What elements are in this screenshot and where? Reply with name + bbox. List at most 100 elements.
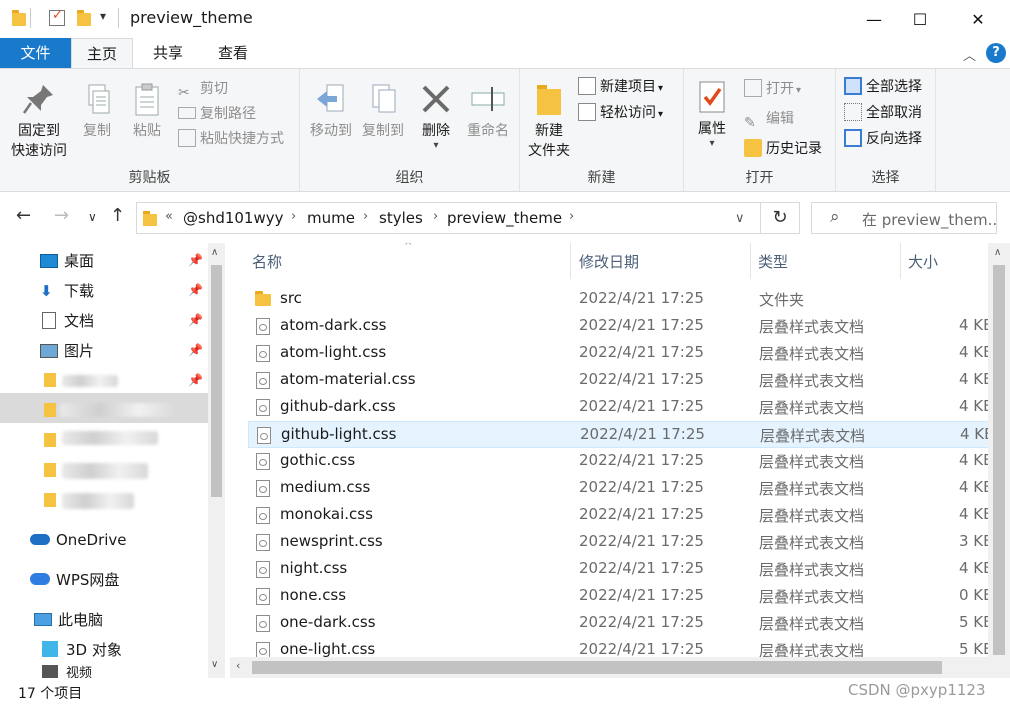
computer-icon [34, 613, 52, 626]
nav-pane-scrollbar[interactable]: ∧ ∨ [208, 243, 225, 678]
column-divider[interactable] [570, 243, 571, 279]
breadcrumb-overflow[interactable]: « [165, 209, 173, 224]
file-row[interactable]: gothic.css 2022/4/21 17:25 层叠样式表文档 4 KB [248, 448, 993, 475]
column-header-type[interactable]: 类型 [758, 251, 788, 272]
sidebar-item-wps[interactable]: WPS网盘 [30, 566, 119, 594]
tab-share[interactable]: 共享 [140, 38, 196, 68]
sidebar-item-onedrive[interactable]: OneDrive [30, 526, 127, 554]
scrollbar-thumb[interactable] [252, 661, 942, 674]
scroll-up-icon[interactable]: ∧ [211, 247, 218, 258]
scrollbar-thumb[interactable] [993, 265, 1005, 655]
pin-icon[interactable]: 📌 [188, 373, 203, 387]
file-row[interactable]: medium.css 2022/4/21 17:25 层叠样式表文档 4 KB [248, 475, 993, 502]
pin-icon[interactable]: 📌 [188, 313, 203, 327]
copy-button[interactable]: 复制 [74, 81, 120, 141]
search-box[interactable]: ⌕ 在 preview_them... [811, 202, 997, 234]
help-icon[interactable]: ? [986, 43, 1006, 63]
refresh-icon[interactable]: ↻ [760, 202, 800, 234]
new-item-button[interactable]: 新建项目 ▾ [578, 75, 663, 99]
pin-icon[interactable]: 📌 [188, 283, 203, 297]
breadcrumb-separator-icon[interactable]: › [291, 209, 296, 224]
close-button[interactable]: ✕ [955, 0, 1001, 38]
scroll-left-icon[interactable]: ‹ [236, 659, 240, 672]
pin-quick-access-button[interactable]: 固定到 快速访问 [6, 81, 72, 161]
file-row[interactable]: none.css 2022/4/21 17:25 层叠样式表文档 0 KB [248, 583, 993, 610]
sidebar-item-documents[interactable]: 文档 [40, 307, 94, 335]
desktop-icon [40, 254, 58, 268]
file-row[interactable]: monokai.css 2022/4/21 17:25 层叠样式表文档 4 KB [248, 502, 993, 529]
new-folder-button[interactable]: 新建 文件夹 [524, 81, 574, 161]
history-button[interactable]: 历史记录 [744, 137, 822, 161]
column-divider[interactable] [750, 243, 751, 279]
paste-button[interactable]: 粘贴 [124, 81, 170, 141]
breadcrumb-separator-icon[interactable]: › [569, 209, 574, 224]
sidebar-item-downloads[interactable]: ⬇ 下载 [40, 277, 94, 305]
edit-button[interactable]: ✎ 编辑 [744, 107, 794, 131]
maximize-button[interactable]: ☐ [897, 0, 943, 38]
file-row[interactable]: github-light.css 2022/4/21 17:25 层叠样式表文档 4 … [248, 421, 994, 448]
file-list-scrollbar[interactable]: ∧ [988, 243, 1010, 678]
select-all-button[interactable]: 全部选择 [844, 75, 922, 99]
column-header-name[interactable]: 名称 [252, 251, 282, 272]
css-file-icon [256, 318, 270, 335]
horizontal-scrollbar[interactable]: ‹ [230, 657, 988, 678]
recent-locations-icon[interactable]: ∨ [88, 210, 97, 224]
sidebar-item-3d-objects[interactable]: 3D 对象 [42, 636, 122, 664]
up-arrow-icon[interactable]: ↑ [110, 205, 125, 226]
delete-button[interactable]: 删除 ▾ [416, 81, 456, 151]
tab-view[interactable]: 查看 [205, 38, 261, 68]
breadcrumb-separator-icon[interactable]: › [363, 209, 368, 224]
sidebar-item-desktop[interactable]: 桌面 [40, 247, 94, 275]
breadcrumb-separator-icon[interactable]: › [433, 209, 438, 224]
invert-selection-button[interactable]: 反向选择 [844, 127, 922, 151]
minimize-button[interactable]: — [851, 0, 897, 38]
search-placeholder[interactable]: 在 preview_them... [862, 209, 996, 230]
open-button[interactable]: 打开 ▾ [744, 77, 801, 101]
column-divider[interactable] [900, 243, 901, 279]
column-header-date[interactable]: 修改日期 [579, 251, 639, 272]
file-row[interactable]: src 2022/4/21 17:25 文件夹 [248, 286, 990, 313]
sidebar-item-this-pc[interactable]: 此电脑 [34, 606, 103, 634]
sidebar-item-pictures[interactable]: 图片 [40, 337, 94, 365]
easy-access-button[interactable]: 轻松访问 ▾ [578, 101, 663, 125]
rename-button[interactable]: 重命名 [460, 81, 516, 141]
move-to-button[interactable]: 移动到 [304, 81, 358, 141]
file-row[interactable]: atom-material.css 2022/4/21 17:25 层叠样式表文档 4… [248, 367, 993, 394]
file-row[interactable]: newsprint.css 2022/4/21 17:25 层叠样式表文档 3 KB [248, 529, 993, 556]
folder-icon [44, 373, 56, 387]
column-header-size[interactable]: 大小 [908, 251, 938, 272]
properties-dropdown-icon[interactable]: ▾ [688, 139, 736, 149]
breadcrumb-item[interactable]: mume [307, 209, 355, 227]
forward-arrow-icon[interactable]: → [54, 205, 69, 226]
file-row[interactable]: one-dark.css 2022/4/21 17:25 层叠样式表文档 5 KB [248, 610, 993, 637]
new-folder-quick-icon[interactable] [77, 10, 91, 26]
properties-quick-icon[interactable]: ✓ [49, 8, 65, 26]
back-arrow-icon[interactable]: ← [16, 205, 31, 226]
scrollbar-thumb[interactable] [211, 265, 222, 497]
pin-icon[interactable]: 📌 [188, 253, 203, 267]
delete-dropdown-icon[interactable]: ▾ [416, 141, 456, 151]
address-bar[interactable]: « @shd101wyy › mume › styles › preview_t… [136, 202, 798, 234]
sidebar-item-videos[interactable]: 视频 [42, 664, 92, 678]
paste-shortcut-button[interactable]: 粘贴快捷方式 [178, 127, 284, 151]
customize-quick-access-icon[interactable]: ▾ [100, 9, 106, 23]
breadcrumb-item[interactable]: preview_theme [447, 209, 562, 227]
copy-to-button[interactable]: 复制到 [356, 81, 410, 141]
collapse-ribbon-icon[interactable]: ︿ [963, 45, 976, 64]
breadcrumb-item[interactable]: @shd101wyy [183, 209, 284, 227]
file-row[interactable]: night.css 2022/4/21 17:25 层叠样式表文档 4 KB [248, 556, 993, 583]
file-row[interactable]: atom-light.css 2022/4/21 17:25 层叠样式表文档 4 KB [248, 340, 993, 367]
cut-button[interactable]: ✂ 剪切 [178, 77, 228, 101]
pin-icon[interactable]: 📌 [188, 343, 203, 357]
tab-home[interactable]: 主页 [71, 38, 133, 69]
breadcrumb-item[interactable]: styles [379, 209, 423, 227]
file-row[interactable]: github-dark.css 2022/4/21 17:25 层叠样式表文档 4 K… [248, 394, 993, 421]
scroll-down-icon[interactable]: ∨ [211, 659, 218, 670]
tab-file[interactable]: 文件 [0, 38, 71, 68]
properties-button[interactable]: 属性 ▾ [688, 79, 736, 149]
file-row[interactable]: atom-dark.css 2022/4/21 17:25 层叠样式表文档 4 KB [248, 313, 993, 340]
scroll-up-icon[interactable]: ∧ [994, 247, 1001, 258]
select-none-button[interactable]: 全部取消 [844, 101, 922, 125]
address-dropdown-icon[interactable]: ∨ [735, 211, 745, 226]
copy-path-button[interactable]: 复制路径 [178, 102, 256, 126]
